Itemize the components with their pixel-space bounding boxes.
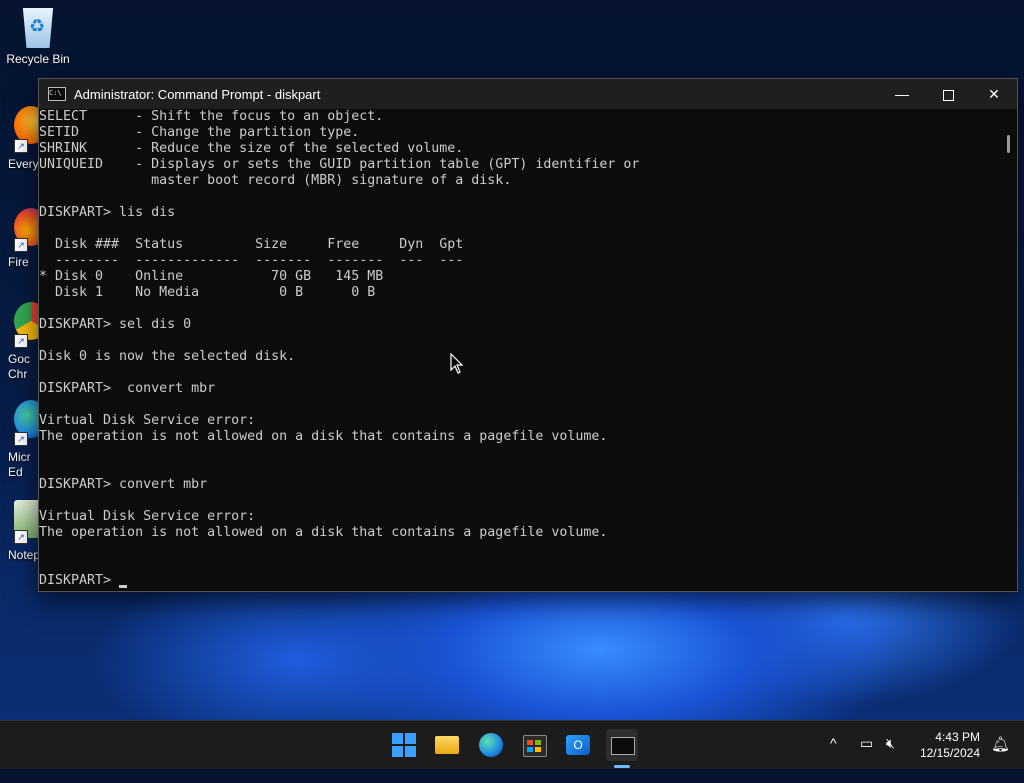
console-line: SELECT - Shift the focus to an object. (39, 109, 384, 124)
console-line: Disk 1 No Media 0 B 0 B (39, 285, 376, 300)
shortcut-arrow-icon: ↗ (14, 238, 28, 252)
shortcut-arrow-icon: ↗ (14, 530, 28, 544)
console-line: DISKPART> lis dis (39, 205, 176, 220)
window-title: Administrator: Command Prompt - diskpart (74, 86, 321, 102)
text-cursor (119, 585, 128, 588)
everything-label: Every (8, 157, 39, 171)
console-line: The operation is not allowed on a disk t… (39, 429, 608, 444)
outlook-taskbar-button[interactable]: O (562, 729, 594, 761)
console-line: UNIQUEID - Displays or sets the GUID par… (39, 157, 640, 172)
vertical-scrollbar[interactable] (999, 109, 1017, 591)
console-line: Disk ### Status Size Free Dyn Gpt (39, 237, 464, 252)
console-line: DISKPART> convert mbr (39, 381, 216, 396)
console-line: SHRINK - Reduce the size of the selected… (39, 141, 464, 156)
command-prompt-window[interactable]: C:\ Administrator: Command Prompt - disk… (38, 78, 1018, 592)
edge-label: Micr Ed (8, 450, 31, 479)
console-line: The operation is not allowed on a disk t… (39, 525, 608, 540)
close-button[interactable]: ✕ (971, 79, 1017, 109)
console-prompt-line[interactable]: DISKPART> (39, 573, 999, 589)
window-titlebar[interactable]: C:\ Administrator: Command Prompt - disk… (39, 79, 1017, 109)
chrome-label: Goc Chr (8, 352, 31, 381)
recycle-bin-label: Recycle Bin (6, 52, 70, 66)
start-button[interactable] (388, 729, 420, 761)
firefox-label: Fire (8, 255, 29, 269)
console-line: Disk 0 is now the selected disk. (39, 349, 296, 364)
console-line: * Disk 0 Online 70 GB 145 MB (39, 269, 384, 284)
cmd-icon: C:\ (48, 87, 66, 101)
network-icon[interactable]: ▭ (860, 735, 873, 783)
console-line: SETID - Change the partition type. (39, 125, 360, 140)
edge-icon (479, 733, 503, 757)
shortcut-arrow-icon: ↗ (14, 334, 28, 348)
console-output[interactable]: SELECT - Shift the focus to an object. SE… (39, 109, 999, 591)
shortcut-arrow-icon: ↗ (14, 139, 28, 153)
recycle-bin-shortcut[interactable]: Recycle Bin (0, 8, 76, 66)
recycle-bin-icon (22, 8, 54, 48)
shortcut-arrow-icon: ↗ (14, 432, 28, 446)
console-line: DISKPART> convert mbr (39, 477, 208, 492)
console-line: DISKPART> sel dis 0 (39, 317, 192, 332)
maximize-button[interactable] (925, 79, 971, 109)
clock-time: 4:43 PM (935, 730, 980, 744)
console-line: -------- ------------- ------- ------- -… (39, 253, 464, 268)
store-icon (523, 735, 547, 757)
command-prompt-taskbar-button[interactable] (606, 729, 638, 761)
scrollbar-thumb[interactable] (1007, 135, 1010, 153)
volume-muted-icon[interactable]: 🔇︎ (886, 735, 895, 783)
maximize-icon (942, 89, 954, 101)
clock-date: 12/15/2024 (919, 746, 980, 760)
edge-taskbar-button[interactable] (475, 729, 507, 761)
clock[interactable]: 4:43 PM 12/15/2024 (920, 729, 980, 777)
console-prompt: DISKPART> (39, 573, 120, 588)
minimize-button[interactable]: — (879, 79, 925, 109)
console-line: Virtual Disk Service error: (39, 509, 256, 524)
show-hidden-icons-chevron-icon[interactable]: ^ (830, 735, 837, 783)
outlook-icon: O (566, 735, 590, 755)
console-line: Virtual Disk Service error: (39, 413, 256, 428)
notification-bell-icon[interactable]: 🔔︎ (991, 735, 1010, 783)
terminal-icon (611, 737, 635, 755)
notepad-label: Notep (8, 548, 41, 562)
folder-icon (435, 736, 459, 754)
file-explorer-button[interactable] (431, 729, 463, 761)
taskbar: O ^ ▭ 🔇︎ 4:43 PM 12/15/2024 🔔︎ (0, 720, 1024, 769)
windows-logo-icon (392, 733, 403, 744)
store-taskbar-button[interactable] (518, 729, 550, 761)
console-line: master boot record (MBR) signature of a … (39, 173, 512, 188)
